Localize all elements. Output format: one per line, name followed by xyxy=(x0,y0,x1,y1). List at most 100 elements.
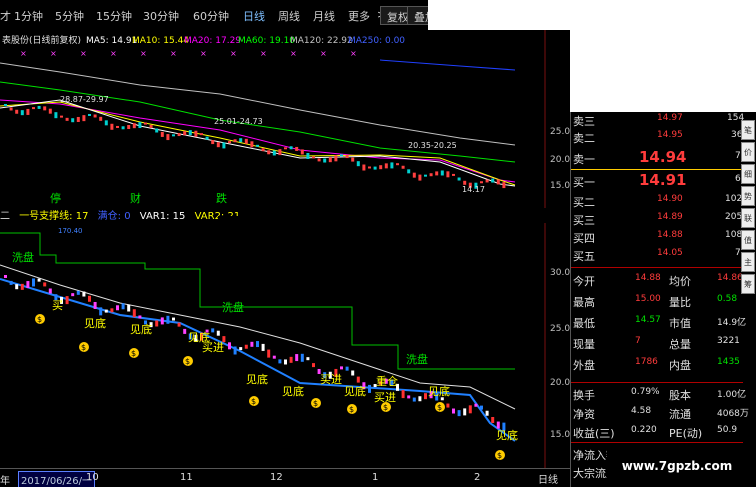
candle xyxy=(272,150,276,156)
candle xyxy=(76,116,80,122)
period-30min[interactable]: 30分钟 xyxy=(143,8,179,24)
stat-label: 内盘 xyxy=(669,359,691,372)
heavy-label-1: 重仓 xyxy=(376,374,398,388)
candle xyxy=(9,107,13,111)
marker-x: × xyxy=(20,49,27,58)
stat-value: 14.9亿 xyxy=(717,318,747,328)
bid-price: 14.88 xyxy=(657,230,683,240)
bid-price: 14.90 xyxy=(657,194,683,204)
candle xyxy=(401,165,405,169)
period-5min[interactable]: 5分钟 xyxy=(55,8,84,24)
side-tab[interactable]: 价 xyxy=(741,142,755,162)
signal-candle xyxy=(272,355,276,359)
period-more[interactable]: 更多 xyxy=(348,8,370,24)
ask-label: 卖一 xyxy=(573,153,595,166)
period-label[interactable]: 日线 xyxy=(538,471,558,486)
signal-candle xyxy=(71,293,75,297)
signal-candle xyxy=(306,357,310,361)
signal-candle xyxy=(76,290,80,295)
candle xyxy=(317,158,321,162)
candle xyxy=(20,110,24,116)
period-monthly[interactable]: 月线 xyxy=(313,8,335,24)
bid-row-4: 买四 14.88 108 xyxy=(571,229,743,245)
signal-candle xyxy=(356,376,360,383)
fund-value: 0.220 xyxy=(631,425,657,435)
stat-label: 最低 xyxy=(573,317,595,330)
wash-label-3: 洗盘 xyxy=(406,352,428,366)
period-weekly[interactable]: 周线 xyxy=(278,8,300,24)
bid-volume: 205 xyxy=(725,212,743,222)
annotation-low: 20.35-20.25 xyxy=(408,141,457,150)
side-tab[interactable]: 势 xyxy=(741,186,755,206)
candle xyxy=(211,140,215,145)
marker-x: × xyxy=(320,49,327,58)
fund-label: 流通 xyxy=(669,408,691,421)
signal-candle xyxy=(244,344,248,349)
bid-volume: 102 xyxy=(725,194,743,204)
signal-candle xyxy=(345,366,349,371)
ask-price: 14.95 xyxy=(657,130,683,140)
heavy-position-label: 满仓: 0 xyxy=(97,211,131,222)
candle xyxy=(300,149,304,155)
candle xyxy=(160,131,164,137)
var1-label: VAR1: 15 xyxy=(139,211,186,222)
divider xyxy=(571,442,743,443)
fund-label: 股本 xyxy=(669,389,691,402)
signal-candle xyxy=(407,395,411,399)
marker-x: × xyxy=(290,49,297,58)
price-kline-chart[interactable]: 表股份(日线前复权) MA5: 14.91 MA10: 15.44 MA20: … xyxy=(0,30,570,208)
stat-label: 量比 xyxy=(669,296,691,309)
signal-candle xyxy=(300,353,304,362)
stat-label: 今开 xyxy=(573,275,595,288)
candle xyxy=(166,134,170,141)
signal-candle xyxy=(368,384,371,393)
stat-label: 现量 xyxy=(573,338,595,351)
signal-candle xyxy=(424,393,427,400)
candle xyxy=(239,138,243,143)
x-tick-jan: 1 xyxy=(372,472,379,483)
candle xyxy=(284,147,287,150)
annotation-high: 28.87-29.97 xyxy=(60,95,109,104)
candle xyxy=(48,108,52,114)
candle xyxy=(149,124,153,128)
period-daily[interactable]: 日线 xyxy=(243,8,265,24)
signal-candle xyxy=(491,416,495,423)
candle xyxy=(368,166,371,169)
side-tab[interactable]: 笔 xyxy=(741,120,755,140)
period-15min[interactable]: 15分钟 xyxy=(96,8,132,24)
signal-candle xyxy=(166,315,170,324)
fund-value: 4.58 xyxy=(631,406,652,416)
fundamental-row: 净资 4.58 流通 4068万 xyxy=(571,405,749,421)
signal-candle xyxy=(20,283,24,290)
fund-value: 4068万 xyxy=(717,409,749,419)
period-60min[interactable]: 60分钟 xyxy=(193,8,229,24)
candle xyxy=(32,107,35,110)
side-tab[interactable]: 主 xyxy=(741,252,755,272)
covered-area xyxy=(218,216,538,271)
money-bag-glyph: $ xyxy=(437,403,442,412)
side-tab[interactable]: 联 xyxy=(741,208,755,228)
candle xyxy=(412,172,416,178)
toolbar-left-cut: 才 xyxy=(0,10,11,23)
candle xyxy=(194,130,198,137)
signal-candle xyxy=(457,410,461,417)
candle xyxy=(356,161,360,167)
x-tick-oct: 10 xyxy=(86,472,99,483)
ask-row-1: 卖一 14.94 7 xyxy=(571,148,743,166)
money-bag-glyph: $ xyxy=(383,403,388,412)
candle xyxy=(418,174,422,181)
candle xyxy=(496,179,500,185)
side-tab[interactable]: 筹 xyxy=(741,274,755,294)
candle xyxy=(43,106,47,111)
side-tab[interactable]: 细 xyxy=(741,164,755,184)
signal-candle xyxy=(496,421,500,429)
signal-candle xyxy=(110,308,114,313)
marker-x: × xyxy=(200,49,207,58)
side-tab[interactable]: 值 xyxy=(741,230,755,250)
period-1min[interactable]: 1分钟 xyxy=(14,8,43,24)
see-bottom-6: 见底 xyxy=(344,384,366,398)
candle xyxy=(200,133,203,136)
candle xyxy=(250,141,254,148)
wash-label-2: 洗盘 xyxy=(222,300,244,314)
stat-label: 总量 xyxy=(669,338,691,351)
